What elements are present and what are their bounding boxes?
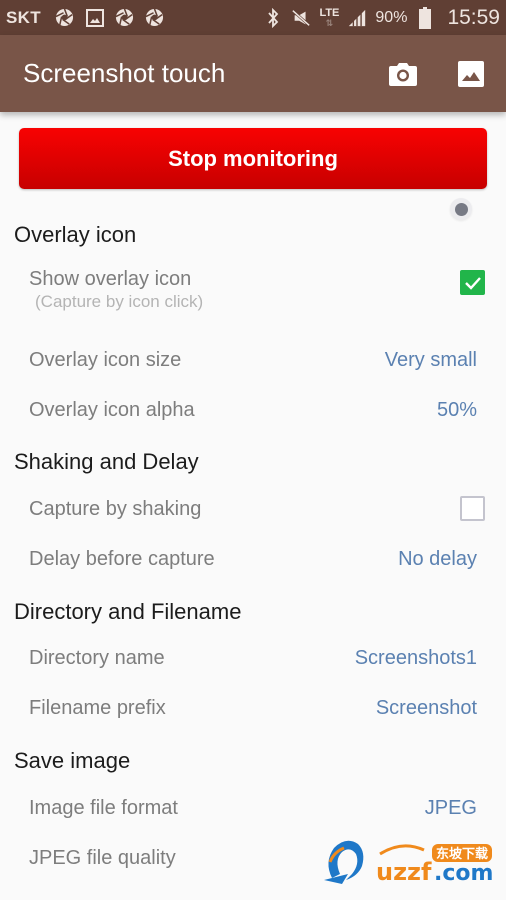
camera-icon [389,62,417,86]
pref-value: 50% [436,398,477,421]
bluetooth-icon [263,7,283,28]
gallery-button[interactable] [456,59,486,89]
pref-show-overlay-icon[interactable]: Show overlay icon (Capture by icon click… [0,262,506,311]
carrier-label: SKT [6,7,41,27]
pref-title: Delay before capture [29,547,215,570]
pref-title: JPEG file quality [29,846,176,869]
pref-title: Directory name [29,646,165,669]
section-header-shaking-delay: Shaking and Delay [14,449,199,474]
section-header-overlay-icon: Overlay icon [14,222,137,247]
network-label: LTE [319,6,340,19]
shutter-icon [115,8,135,28]
pref-image-file-format[interactable]: Image file format JPEG [0,788,506,828]
svg-text:uzzf: uzzf [376,858,432,886]
shutter-icon [145,8,165,28]
network-type: LTE ⇅ [319,6,340,28]
pref-capture-by-shaking[interactable]: Capture by shaking [0,489,506,529]
pref-value: Screenshot [375,696,477,719]
pref-value: No delay [398,547,477,570]
pref-title: Filename prefix [29,696,166,719]
watermark-cn-text: 东坡下载 [436,846,488,862]
battery-percentage: 90% [375,8,408,26]
section-header-save-image: Save image [14,748,131,773]
shutter-icon [55,8,75,28]
pref-title: Overlay icon alpha [29,398,195,421]
pref-filename-prefix[interactable]: Filename prefix Screenshot [0,688,506,728]
pref-title: Image file format [29,796,178,819]
settings-content: Stop monitoring Overlay icon Show overla… [0,112,506,900]
mute-icon [291,8,311,28]
pref-overlay-icon-alpha[interactable]: Overlay icon alpha 50% [0,390,506,430]
gallery-icon [458,60,484,87]
status-bar: SKT LTE ⇅ 90% 15:59 [0,0,506,35]
app-title: Screenshot touch [23,58,226,88]
pref-value: Very small [384,348,477,371]
clock: 15:59 [447,5,500,29]
pref-title: Show overlay icon [29,268,192,290]
pref-directory-name[interactable]: Directory name Screenshots1 [0,638,506,678]
stop-monitoring-button[interactable]: Stop monitoring [19,128,487,189]
battery-icon [415,6,435,29]
pref-title: Overlay icon size [29,348,182,371]
pref-value: Screenshots1 [354,646,477,669]
pref-delay-before-capture[interactable]: Delay before capture No delay [0,539,506,579]
image-notification-icon [85,8,105,28]
pref-value: JPEG [424,796,477,819]
pref-title: Capture by shaking [29,497,202,520]
section-header-directory-filename: Directory and Filename [14,599,242,624]
checkmark-icon [464,276,481,290]
svg-text:.com: .com [434,861,493,886]
watermark-logo: 东坡下载 uzzf .com [322,834,498,886]
pref-summary: (Capture by icon click) [35,292,204,311]
app-bar: Screenshot touch [0,35,506,112]
show-overlay-icon-checkbox[interactable] [460,270,485,295]
overlay-capture-icon[interactable] [450,198,472,220]
pref-overlay-icon-size[interactable]: Overlay icon size Very small [0,340,506,380]
capture-by-shaking-checkbox[interactable] [460,496,485,521]
capture-button[interactable] [388,59,418,89]
signal-icon [347,8,367,28]
data-arrows-icon: ⇅ [325,17,334,28]
